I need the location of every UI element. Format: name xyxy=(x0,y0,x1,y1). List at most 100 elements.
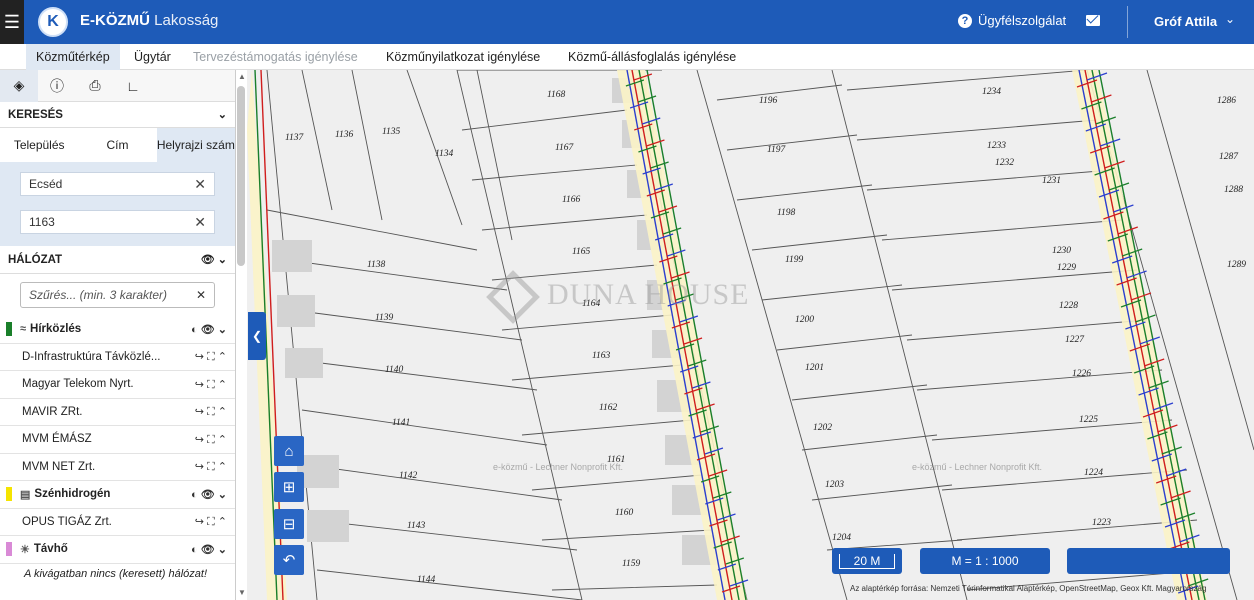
scroll-up-icon[interactable]: ▲ xyxy=(238,72,246,81)
back-button[interactable]: ↶ xyxy=(274,545,304,575)
tab-kozmunyilatkozat[interactable]: Közműnyilatkozat igénylése xyxy=(386,44,540,70)
tab-telepules[interactable]: Település xyxy=(0,128,78,162)
network-title: HÁLÓZAT xyxy=(8,253,63,266)
eye-chevron-icons[interactable]: 👁 ⌄ xyxy=(201,253,227,266)
group-label: Hírközlés xyxy=(30,323,82,336)
provider-row[interactable]: MVM NET Zrt. ↪ ⛶ ⌃ xyxy=(0,454,235,481)
coordinate-box xyxy=(1067,548,1230,574)
map-svg[interactable]: 1137 1136 11351134116811671166116511641163… xyxy=(247,70,1254,600)
home-button[interactable]: ⌂ xyxy=(274,436,304,466)
provider-controls[interactable]: ↪ ⛶ ⌃ xyxy=(195,426,227,453)
provider-controls[interactable]: ↪ ⛶ ⌃ xyxy=(195,371,227,398)
provider-controls[interactable]: ↪ ⛶ ⌃ xyxy=(195,344,227,371)
group-controls[interactable]: ◐ 👁 ⌄ xyxy=(191,481,227,508)
user-name[interactable]: Gróf Attila xyxy=(1154,14,1217,29)
parcel-label: 1136 xyxy=(335,130,354,140)
mail-icon[interactable] xyxy=(1086,15,1100,26)
parcel-label: 1224 xyxy=(1084,468,1103,478)
faint-credit: e-közmű - Lechner Nonprofit Kft. xyxy=(912,462,1043,472)
parcel-label: 1286 xyxy=(1217,96,1236,106)
tab-ugytar[interactable]: Ügytár xyxy=(134,44,171,70)
parcel-label: 1287 xyxy=(1219,152,1239,162)
group-szenhidrogen[interactable]: ▤ Szénhidrogén ◐ 👁 ⌄ xyxy=(0,481,235,509)
search-tabs: Település Cím Helyrajzi szám xyxy=(0,128,235,162)
group-hirkozles[interactable]: ≈ Hírközlés ◐ 👁 ⌄ xyxy=(0,316,235,344)
faint-credit: e-közmű - Lechner Nonprofit Kft. xyxy=(493,462,624,472)
provider-label: D-Infrastruktúra Távközlé... xyxy=(22,350,161,363)
parcel-label: 1230 xyxy=(1052,246,1071,256)
scale-ratio[interactable]: M = 1 : 1000 xyxy=(920,548,1050,574)
zoom-out-button[interactable]: ⊟ xyxy=(274,509,304,539)
parcel-label: 1227 xyxy=(1065,335,1085,345)
app-subtitle: Lakosság xyxy=(154,12,219,29)
print-icon[interactable]: ⎙ xyxy=(76,70,114,102)
tab-kozmuterkep[interactable]: Közműtérkép xyxy=(26,44,120,70)
measure-icon[interactable]: ∟ xyxy=(114,70,152,102)
provider-row[interactable]: OPUS TIGÁZ Zrt. ↪ ⛶ ⌃ xyxy=(0,509,235,536)
provider-label: MAVIR ZRt. xyxy=(22,405,83,418)
wifi-icon: ≈ xyxy=(20,323,27,336)
parcel-label: 1204 xyxy=(832,533,851,543)
network-section-header[interactable]: HÁLÓZAT 👁 ⌄ xyxy=(0,246,235,274)
sidebar: ◈ ⓘ ⎙ ∟ KERESÉS ⌄ Település Cím Helyrajz… xyxy=(0,70,236,600)
search-section-header[interactable]: KERESÉS ⌄ xyxy=(0,102,235,128)
sidebar-scrollbar[interactable] xyxy=(237,86,245,266)
parcel-label: 1202 xyxy=(813,423,832,433)
provider-controls[interactable]: ↪ ⛶ ⌃ xyxy=(195,454,227,481)
layers-icon[interactable]: ◈ xyxy=(0,70,38,102)
chevron-down-icon[interactable]: ⌄ xyxy=(1225,12,1235,26)
search-title: KERESÉS xyxy=(8,108,63,121)
group-controls[interactable]: ◐ 👁 ⌄ xyxy=(191,316,227,343)
zoom-in-button[interactable]: ⊞ xyxy=(274,472,304,502)
settlement-field[interactable]: Ecséd ✕ xyxy=(20,172,215,196)
parcel-label: 1134 xyxy=(435,149,454,159)
clear-icon[interactable]: ✕ xyxy=(196,288,206,302)
help-link[interactable]: ? Ügyfélszolgálat xyxy=(958,13,1066,28)
tab-cim[interactable]: Cím xyxy=(78,128,156,162)
parcel-label: 1288 xyxy=(1224,185,1243,195)
tab-tervezestamogatas[interactable]: Tervezéstámogatás igénylése xyxy=(193,44,358,70)
tab-kozmu-allasfoglalas[interactable]: Közmű-állásfoglalás igénylése xyxy=(568,44,736,70)
provider-controls[interactable]: ↪ ⛶ ⌃ xyxy=(195,399,227,426)
watermark-text: DUNA HOUSE xyxy=(547,278,750,311)
clear-icon[interactable]: ✕ xyxy=(194,214,206,231)
app-logo[interactable]: K xyxy=(38,7,68,37)
group-tavho[interactable]: ☀ Távhő ◐ 👁 ⌄ xyxy=(0,536,235,564)
tab-helyrajzi-szam[interactable]: Helyrajzi szám xyxy=(156,128,235,162)
scale-bar: 20 M xyxy=(832,548,902,574)
provider-row[interactable]: MVM ÉMÁSZ ↪ ⛶ ⌃ xyxy=(0,426,235,454)
parcel-label: 1168 xyxy=(547,90,566,100)
collapse-sidebar-button[interactable]: ❮ xyxy=(248,312,266,360)
parcel-label: 1166 xyxy=(562,195,581,205)
parcel-label: 1199 xyxy=(785,255,804,265)
parcel-label: 1201 xyxy=(805,363,824,373)
info-icon[interactable]: ⓘ xyxy=(38,70,76,102)
group-controls[interactable]: ◐ 👁 ⌄ xyxy=(191,536,227,563)
parcel-label: 1203 xyxy=(825,480,844,490)
parcel-label: 1232 xyxy=(995,158,1014,168)
menu-icon[interactable]: ☰ xyxy=(0,0,24,44)
parcel-label: 1143 xyxy=(407,521,426,531)
parcel-label: 1139 xyxy=(375,313,394,323)
parcel-field-wrap: 1163 ✕ xyxy=(0,200,235,246)
parcel-label: 1228 xyxy=(1059,301,1078,311)
parcel-number-field[interactable]: 1163 ✕ xyxy=(20,210,215,234)
clear-icon[interactable]: ✕ xyxy=(194,176,206,193)
provider-controls[interactable]: ↪ ⛶ ⌃ xyxy=(195,509,227,536)
provider-row[interactable]: Magyar Telekom Nyrt. ↪ ⛶ ⌃ xyxy=(0,371,235,399)
provider-row[interactable]: MAVIR ZRt. ↪ ⛶ ⌃ xyxy=(0,399,235,426)
scroll-down-icon[interactable]: ▼ xyxy=(238,588,246,597)
color-swatch xyxy=(6,322,12,337)
parcel-label: 1167 xyxy=(555,143,575,153)
provider-row[interactable]: D-Infrastruktúra Távközlé... ↪ ⛶ ⌃ xyxy=(0,344,235,371)
map-canvas[interactable]: 1137 1136 1135 1134 1168 1167 1166 1165 1164 1163… xyxy=(247,70,1254,600)
sidebar-toolbar: ◈ ⓘ ⎙ ∟ xyxy=(0,70,235,102)
parcel-label: 1137 xyxy=(285,133,305,143)
parcel-label: 1231 xyxy=(1042,176,1061,186)
app-title: E-KÖZMŰ Lakosság xyxy=(80,12,218,29)
chevron-down-icon[interactable]: ⌄ xyxy=(218,108,227,121)
parcel-label: 1142 xyxy=(399,471,418,481)
parcel-value: 1163 xyxy=(29,215,55,229)
network-filter-input[interactable]: Szűrés... (min. 3 karakter) ✕ xyxy=(20,282,215,308)
parcel-label: 1198 xyxy=(777,208,796,218)
